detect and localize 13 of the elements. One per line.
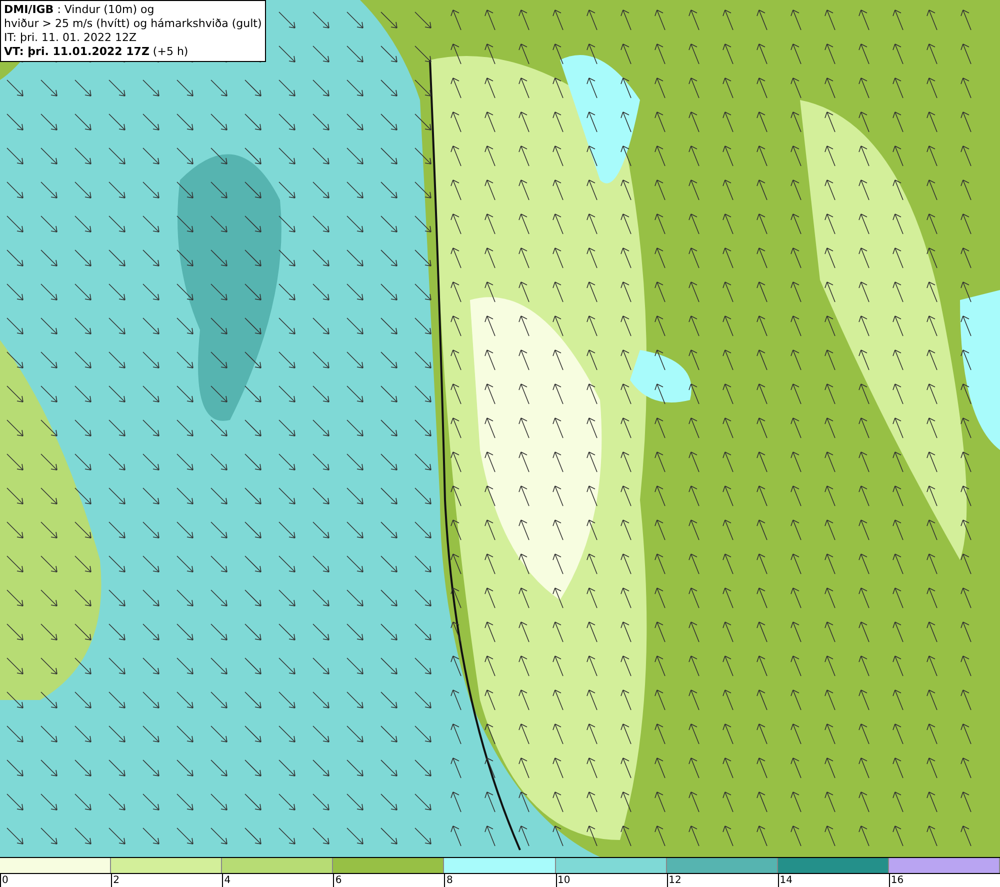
legend-label: 12 bbox=[668, 875, 682, 886]
legend-label: 4 bbox=[224, 875, 231, 886]
legend-label: 16 bbox=[890, 875, 904, 886]
info-text: VT: þri. 11.01.2022 17Z (+5 h) bbox=[4, 45, 190, 59]
info-text: hviður > 25 m/s (hvítt) og hámarkshviða (gult) bbox=[4, 17, 262, 31]
legend-label: 8 bbox=[446, 875, 453, 886]
legend-label: 10 bbox=[558, 875, 570, 886]
info-text: IT: þri. 11. 01. 2022 12Z bbox=[4, 31, 138, 45]
legend-label: 2 bbox=[113, 875, 120, 886]
legend-label: 14 bbox=[780, 875, 792, 886]
legend-label: 0 bbox=[2, 875, 8, 886]
info-text: DMI/IGB : Vindur (10m) og bbox=[4, 3, 156, 17]
legend-label: 6 bbox=[335, 875, 342, 886]
